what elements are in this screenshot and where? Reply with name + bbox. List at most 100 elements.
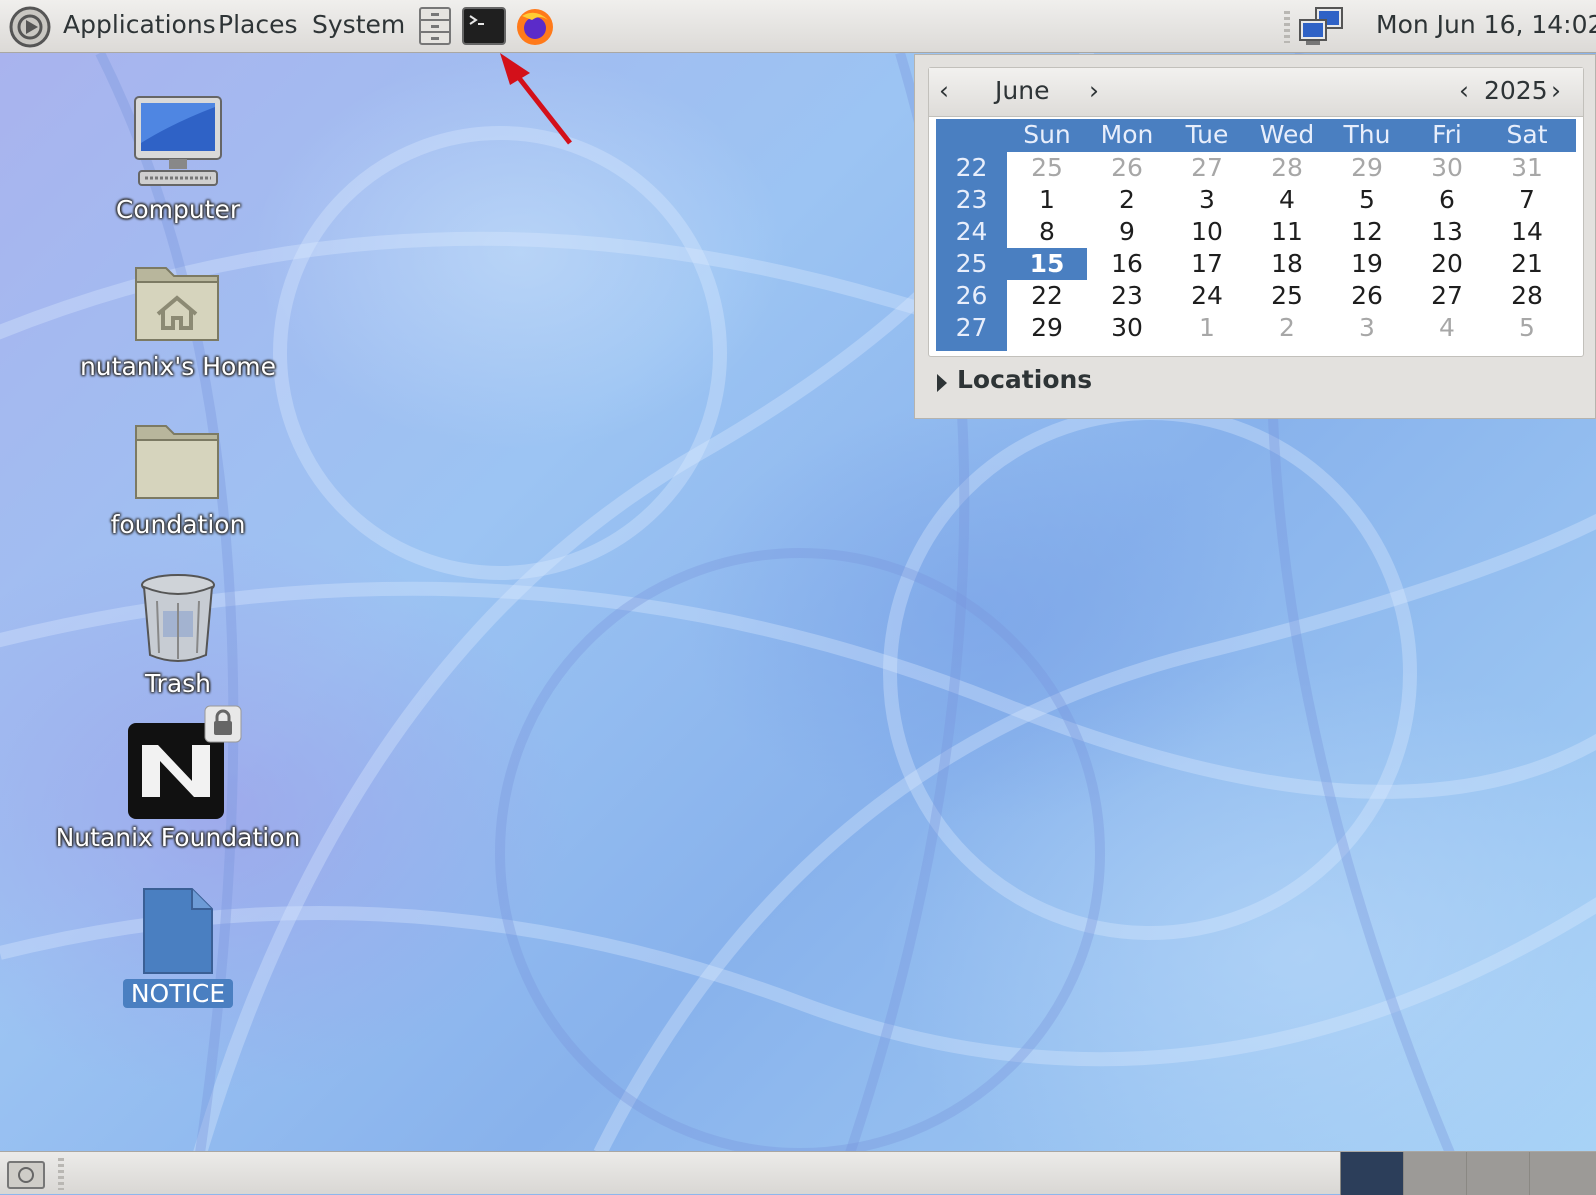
terminal-icon[interactable] (462, 6, 506, 46)
calendar-day[interactable]: 19 (1327, 248, 1407, 280)
calendar-header: ‹ June › ‹ 2025 › (929, 68, 1583, 117)
calendar-grid: Sun Mon Tue Wed Thu Fri Sat 22 25 26 27 28 29 30 31 23 1… (936, 119, 1576, 351)
workspace-2[interactable] (1403, 1152, 1466, 1195)
calendar-day[interactable]: 16 (1087, 248, 1167, 280)
desktop-icon-label: foundation (110, 510, 246, 539)
calendar-day[interactable]: 25 (1247, 280, 1327, 312)
calendar-day[interactable]: 1 (1007, 184, 1087, 216)
desktop-icon-notice[interactable]: NOTICE (48, 887, 308, 1008)
day-name: Thu (1343, 120, 1391, 149)
day-name: Sun (1023, 120, 1071, 149)
next-year-button[interactable]: › (1551, 74, 1561, 108)
calendar-day[interactable]: 23 (1087, 280, 1167, 312)
workspace-4[interactable] (1529, 1152, 1596, 1195)
calendar-day[interactable]: 29 (1327, 152, 1407, 184)
calendar-day[interactable]: 1 (1167, 312, 1247, 344)
network-icon[interactable] (1298, 6, 1344, 48)
home-folder-icon (135, 267, 219, 341)
next-month-button[interactable]: › (1089, 74, 1099, 108)
week-number: 22 (955, 153, 988, 182)
calendar-day[interactable]: 12 (1327, 216, 1407, 248)
desktop-icon-nutanix-foundation[interactable]: Nutanix Foundation (48, 703, 308, 852)
calendar-day[interactable]: 21 (1487, 248, 1567, 280)
calendar-day[interactable]: 18 (1247, 248, 1327, 280)
calendar-day-selected[interactable]: 15 (1007, 248, 1087, 280)
menu-places[interactable]: Places (218, 8, 298, 42)
day-name: Wed (1259, 120, 1315, 149)
file-manager-icon[interactable] (416, 6, 454, 46)
locations-expander[interactable]: Locations (957, 365, 1092, 394)
calendar-day[interactable]: 6 (1407, 184, 1487, 216)
day-name: Tue (1185, 120, 1229, 149)
firefox-icon[interactable] (512, 6, 558, 46)
calendar-day[interactable]: 17 (1167, 248, 1247, 280)
day-name: Fri (1432, 120, 1462, 149)
workspace-1[interactable] (1340, 1152, 1403, 1195)
workspace-3[interactable] (1466, 1152, 1529, 1195)
calendar-day[interactable]: 31 (1487, 152, 1567, 184)
desktop-icon-trash[interactable]: Trash (48, 571, 308, 698)
desktop-icon-label: Nutanix Foundation (55, 823, 301, 852)
calendar-day[interactable]: 24 (1167, 280, 1247, 312)
expander-arrow-icon[interactable] (937, 374, 947, 392)
desktop-icon-home[interactable]: nutanix's Home (48, 258, 308, 381)
calendar-day[interactable]: 27 (1407, 280, 1487, 312)
calendar-day[interactable]: 8 (1007, 216, 1087, 248)
computer-icon (134, 96, 222, 186)
calendar-day[interactable]: 20 (1407, 248, 1487, 280)
prev-year-button[interactable]: ‹ (1459, 74, 1469, 108)
calendar-day[interactable]: 3 (1327, 312, 1407, 344)
desktop-icon-label: nutanix's Home (79, 352, 277, 381)
prev-month-button[interactable]: ‹ (939, 74, 949, 108)
week-number: 27 (955, 313, 988, 342)
panel-grip[interactable] (58, 1158, 64, 1190)
calendar-day[interactable]: 4 (1407, 312, 1487, 344)
week-number: 25 (955, 249, 988, 278)
desktop-icon-foundation[interactable]: foundation (48, 416, 308, 539)
calendar-day[interactable]: 5 (1327, 184, 1407, 216)
clock[interactable]: Mon Jun 16, 14:02 (1376, 8, 1596, 42)
calendar-day[interactable]: 28 (1247, 152, 1327, 184)
calendar-day[interactable]: 4 (1247, 184, 1327, 216)
calendar-day[interactable]: 10 (1167, 216, 1247, 248)
calendar-day[interactable]: 30 (1087, 312, 1167, 344)
calendar-day[interactable]: 2 (1247, 312, 1327, 344)
document-icon (143, 888, 213, 974)
calendar-day[interactable]: 28 (1487, 280, 1567, 312)
lock-icon (204, 705, 242, 743)
week-number: 24 (955, 217, 988, 246)
trash-icon (141, 574, 215, 662)
bottom-panel (0, 1151, 1596, 1195)
annotation-arrow (500, 53, 572, 145)
calendar-day[interactable]: 7 (1487, 184, 1567, 216)
calendar-day[interactable]: 2 (1087, 184, 1167, 216)
calendar-day[interactable]: 29 (1007, 312, 1087, 344)
calendar-day[interactable]: 27 (1167, 152, 1247, 184)
show-desktop-icon[interactable] (6, 1158, 46, 1190)
menu-system[interactable]: System (312, 8, 405, 42)
folder-icon (135, 425, 219, 499)
week-number: 26 (955, 281, 988, 310)
top-panel: Applications Places System Mon Jun 16, 1… (0, 0, 1596, 53)
calendar-day[interactable]: 22 (1007, 280, 1087, 312)
calendar-day[interactable]: 3 (1167, 184, 1247, 216)
desktop-icon-label: Trash (144, 669, 212, 698)
calendar-day[interactable]: 13 (1407, 216, 1487, 248)
calendar-day[interactable]: 26 (1327, 280, 1407, 312)
day-name: Mon (1100, 120, 1154, 149)
calendar-popup: ‹ June › ‹ 2025 › Sun Mon Tue Wed Thu Fri Sat 2… (914, 54, 1596, 419)
calendar-day[interactable]: 11 (1247, 216, 1327, 248)
panel-grip[interactable] (1284, 11, 1290, 43)
calendar-day[interactable]: 26 (1087, 152, 1167, 184)
week-number: 23 (955, 185, 988, 214)
calendar-day[interactable]: 25 (1007, 152, 1087, 184)
calendar: ‹ June › ‹ 2025 › Sun Mon Tue Wed Thu Fri Sat 2… (928, 67, 1584, 357)
distro-logo-icon[interactable] (8, 5, 52, 49)
calendar-day[interactable]: 30 (1407, 152, 1487, 184)
day-name: Sat (1506, 120, 1548, 149)
desktop-icon-computer[interactable]: Computer (48, 93, 308, 224)
calendar-day[interactable]: 9 (1087, 216, 1167, 248)
calendar-day[interactable]: 5 (1487, 312, 1567, 344)
calendar-day[interactable]: 14 (1487, 216, 1567, 248)
menu-applications[interactable]: Applications (63, 8, 216, 42)
